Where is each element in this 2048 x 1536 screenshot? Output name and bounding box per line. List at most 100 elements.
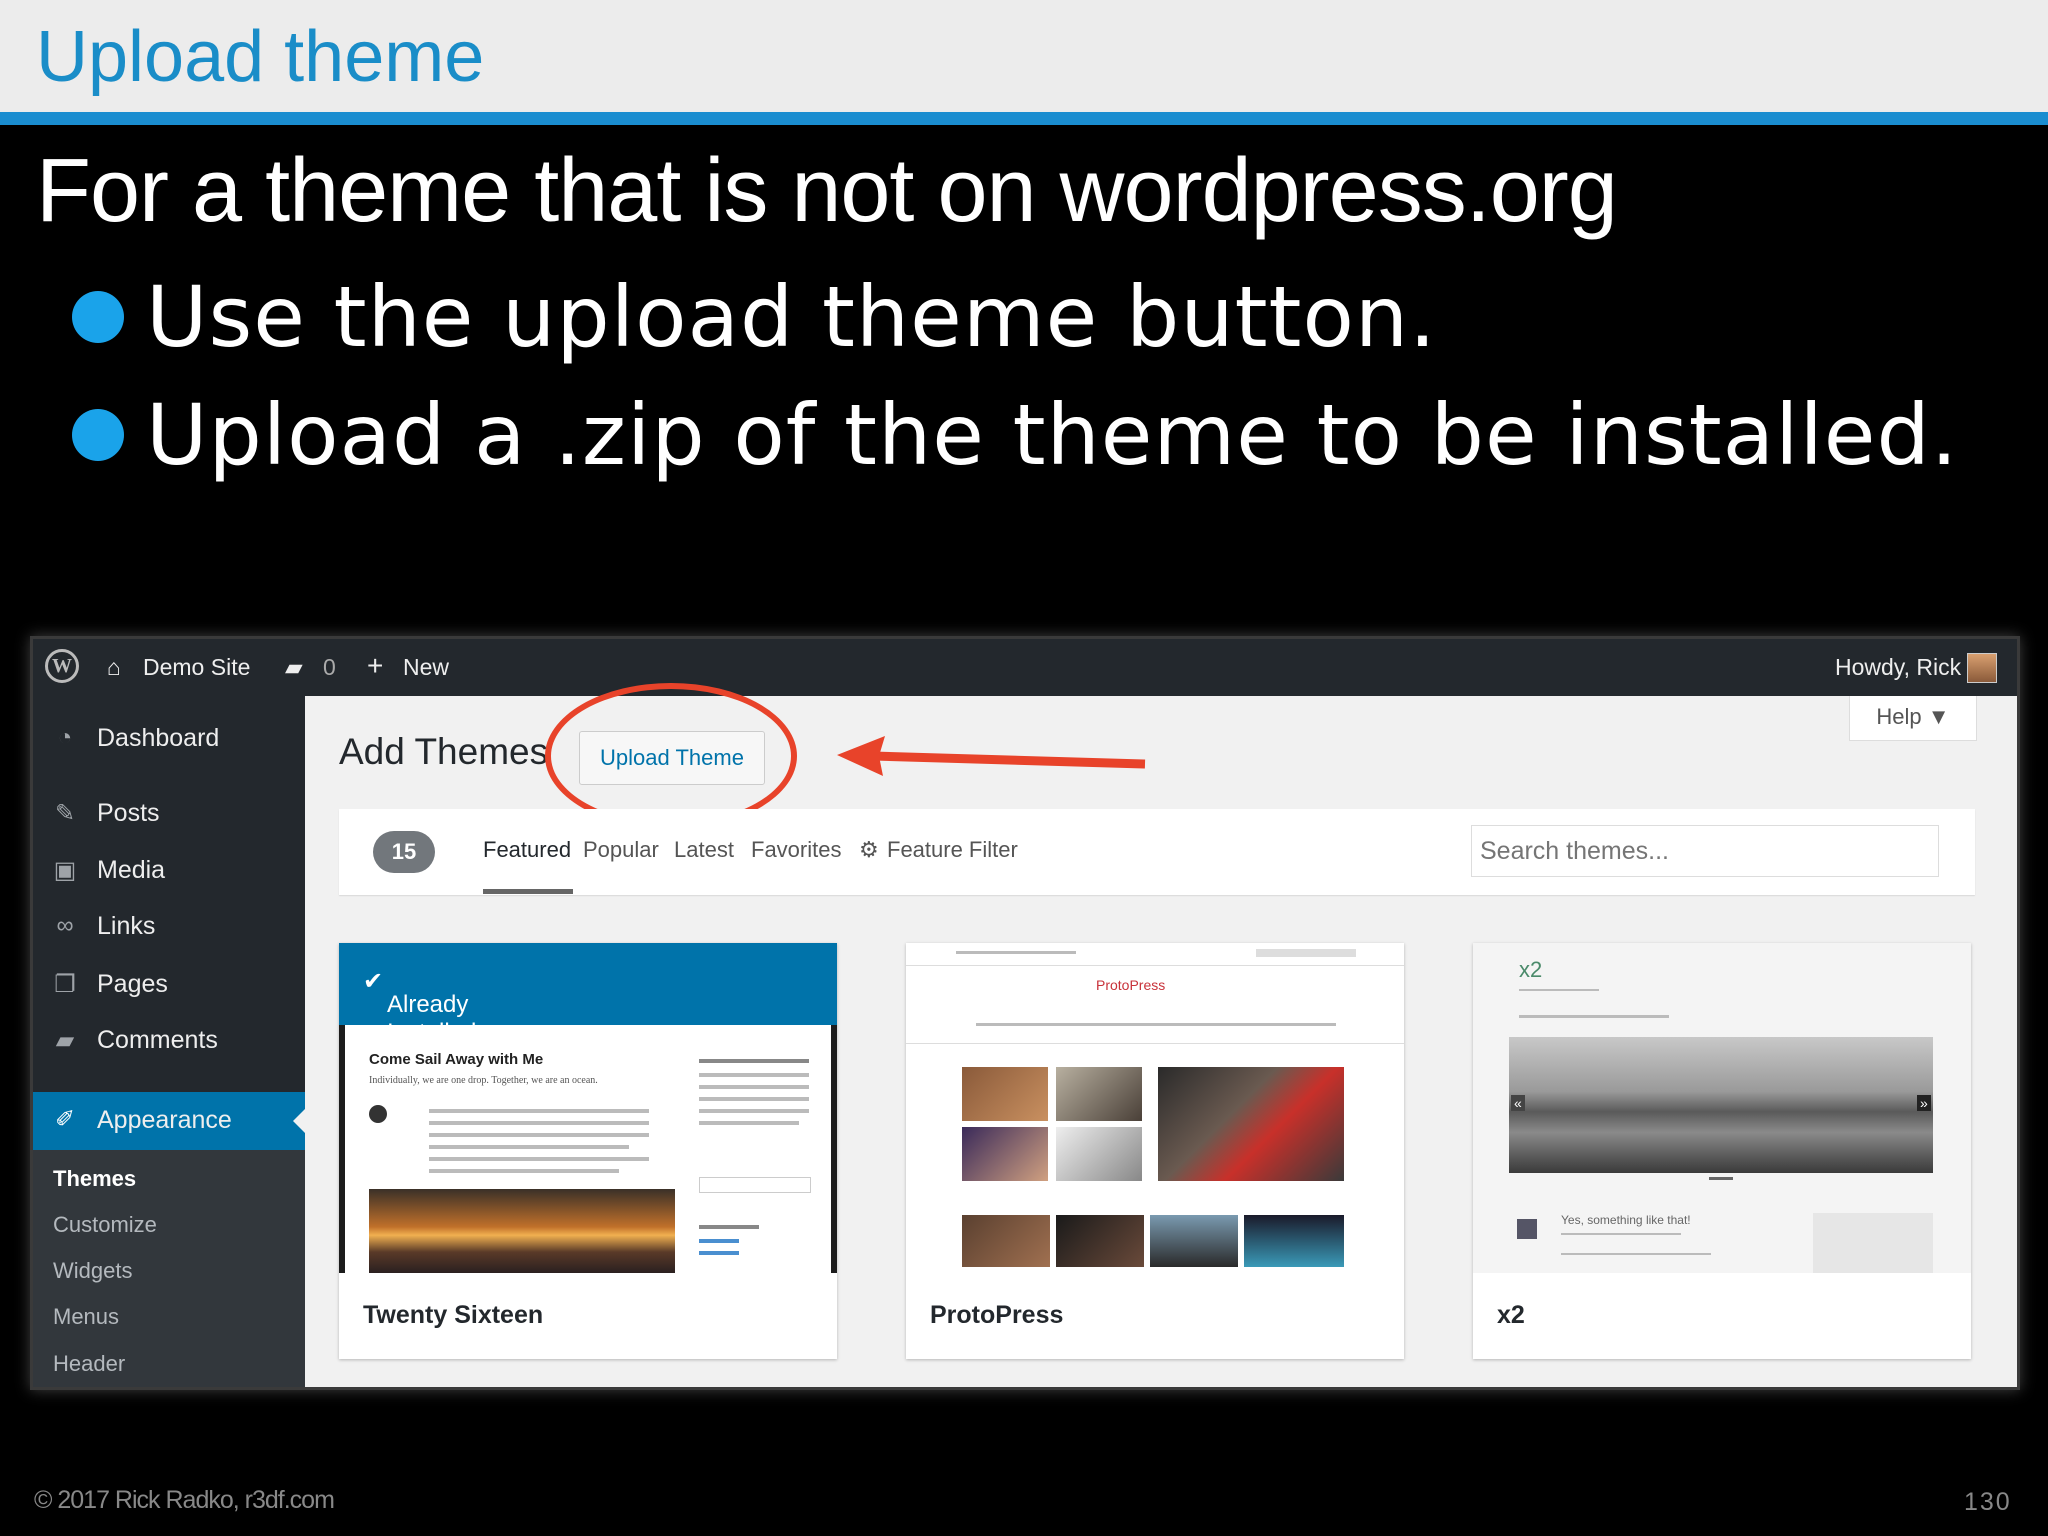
plus-icon: + [367, 650, 384, 681]
sidebar-item-appearance[interactable]: ✐ Appearance [33, 1092, 305, 1150]
bullet-1-text: Use the upload theme button. [146, 268, 1437, 366]
preview-thumb [1056, 1215, 1144, 1267]
comments-icon[interactable]: ▰ [285, 654, 303, 681]
sidebar-item-dashboard[interactable]: ◔ Dashboard [33, 714, 305, 764]
sidebar-item-label: Posts [97, 799, 160, 827]
appearance-submenu: Themes Customize Widgets Menus Header [33, 1150, 305, 1387]
avatar[interactable] [1967, 653, 1997, 683]
preview-author-icon [369, 1105, 387, 1123]
brush-icon: ✐ [54, 1106, 76, 1133]
preview-text-line [429, 1121, 649, 1125]
theme-name: ProtoPress [930, 1301, 1064, 1329]
link-icon: ∞ [56, 912, 74, 939]
sidebar-item-posts[interactable]: ✎ Posts [33, 789, 305, 839]
submenu-themes[interactable]: Themes [53, 1166, 136, 1192]
already-installed-text: Already Installed [387, 991, 477, 1046]
preview-nav-line [956, 951, 1076, 954]
preview-avatar [1517, 1219, 1537, 1239]
preview-subtitle: Individually, we are one drop. Together,… [369, 1075, 598, 1086]
home-icon: ⌂ [107, 654, 121, 680]
pin-icon: ✎ [54, 800, 76, 827]
preview-menu-line [1519, 1015, 1669, 1018]
submenu-header[interactable]: Header [53, 1351, 125, 1377]
already-installed-label: ✔ Already Installed [363, 968, 477, 1046]
theme-card-x2[interactable]: x2 « » Yes, something like that! x2 [1473, 943, 1971, 1359]
submenu-menus[interactable]: Menus [53, 1304, 119, 1330]
theme-name: x2 [1497, 1301, 1525, 1329]
sidebar-item-links[interactable]: ∞ Links [33, 902, 305, 952]
media-icon: ▣ [53, 857, 77, 884]
chevron-right-icon: » [1917, 1095, 1931, 1111]
new-link[interactable]: New [403, 654, 449, 681]
preview-sunset-image [369, 1189, 675, 1273]
preview-logo: ProtoPress [1096, 977, 1166, 993]
sidebar-item-label: Links [97, 912, 156, 940]
preview-logo: x2 [1519, 957, 1543, 982]
theme-card-protopress[interactable]: ProtoPress ProtoPress [906, 943, 1404, 1359]
preview-text-line [429, 1169, 619, 1173]
preview-sidebar-line [699, 1097, 809, 1101]
preview-text-line [1561, 1253, 1711, 1255]
preview-divider [906, 965, 1404, 966]
preview-slider-dots [1709, 1177, 1733, 1180]
theme-screenshot: ProtoPress [906, 943, 1404, 1273]
sidebar-item-label: Comments [97, 1026, 218, 1054]
wordpress-screenshot: W ⌂ Demo Site ▰ 0 + New Howdy, Rick ◔ Da… [30, 636, 2020, 1390]
theme-filter-bar: 15 Featured Popular Latest Favorites ⚙ F… [339, 809, 1975, 895]
tab-featured[interactable]: Featured [483, 837, 571, 863]
theme-card-twenty-sixteen[interactable]: Come Sail Away with Me Individually, we … [339, 943, 837, 1359]
pages-icon: ❐ [54, 971, 76, 998]
preview-sidebar-line [699, 1059, 809, 1063]
gear-icon: ⚙ [859, 837, 879, 862]
preview-thumb [1150, 1215, 1238, 1267]
site-name-link[interactable]: Demo Site [143, 654, 250, 681]
theme-screenshot: x2 « » Yes, something like that! [1473, 943, 1971, 1273]
sidebar-item-label: Dashboard [97, 724, 220, 752]
preview-text-line [429, 1157, 649, 1161]
help-tab-button[interactable]: Help ▼ [1849, 696, 1977, 741]
preview-post-title: Yes, something like that! [1561, 1213, 1691, 1227]
bullet-2: Upload a .zip of the theme to be install… [72, 386, 1959, 484]
tab-popular[interactable]: Popular [583, 837, 659, 863]
help-label: Help [1876, 704, 1922, 729]
slide-heading: For a theme that is not on wordpress.org [36, 141, 1618, 241]
page-title: Add Themes [339, 731, 549, 772]
preview-sidebar-line [699, 1073, 809, 1077]
title-divider [0, 112, 2048, 125]
tab-feature-filter[interactable]: Feature Filter [887, 837, 1018, 863]
preview-search-box [699, 1177, 811, 1193]
preview-sidebar-line [699, 1225, 759, 1229]
slide-footer: © 2017 Rick Radko, r3df.com [34, 1486, 335, 1514]
sidebar-item-label: Media [97, 856, 166, 884]
preview-social-icons [1256, 949, 1356, 957]
tab-latest[interactable]: Latest [674, 837, 734, 863]
sidebar-item-media[interactable]: ▣ Media [33, 846, 305, 896]
slide-title-bar: Upload theme [0, 0, 2048, 112]
comment-icon: ▰ [55, 1027, 75, 1054]
preview-sidebar-line [699, 1251, 739, 1255]
preview-text-line [429, 1145, 629, 1149]
slide-title: Upload theme [36, 17, 485, 97]
preview-text-line [429, 1133, 649, 1137]
sidebar-item-comments[interactable]: ▰ Comments [33, 1016, 305, 1066]
preview-slider-image [1158, 1067, 1344, 1181]
admin-bar: W ⌂ Demo Site ▰ 0 + New Howdy, Rick [33, 639, 2017, 696]
upload-theme-button[interactable]: Upload Theme [579, 731, 765, 785]
dashboard-icon: ◔ [57, 724, 73, 751]
comments-count: 0 [323, 654, 336, 680]
preview-divider [906, 1043, 1404, 1044]
search-themes-input[interactable] [1471, 825, 1939, 877]
submenu-widgets[interactable]: Widgets [53, 1258, 132, 1284]
sidebar-item-pages[interactable]: ❐ Pages [33, 960, 305, 1010]
preview-sidebar-box [1813, 1213, 1933, 1273]
preview-menu-line [976, 1023, 1336, 1026]
active-tab-underline [483, 889, 573, 894]
preview-thumb [962, 1215, 1050, 1267]
submenu-customize[interactable]: Customize [53, 1212, 157, 1238]
preview-thumb [1056, 1127, 1142, 1181]
preview-sidebar-line [699, 1109, 809, 1113]
howdy-link[interactable]: Howdy, Rick [1835, 654, 1961, 681]
tab-favorites[interactable]: Favorites [751, 837, 841, 863]
wordpress-logo-icon[interactable]: W [45, 649, 79, 683]
slide-page-number: 130 [1964, 1488, 2012, 1516]
